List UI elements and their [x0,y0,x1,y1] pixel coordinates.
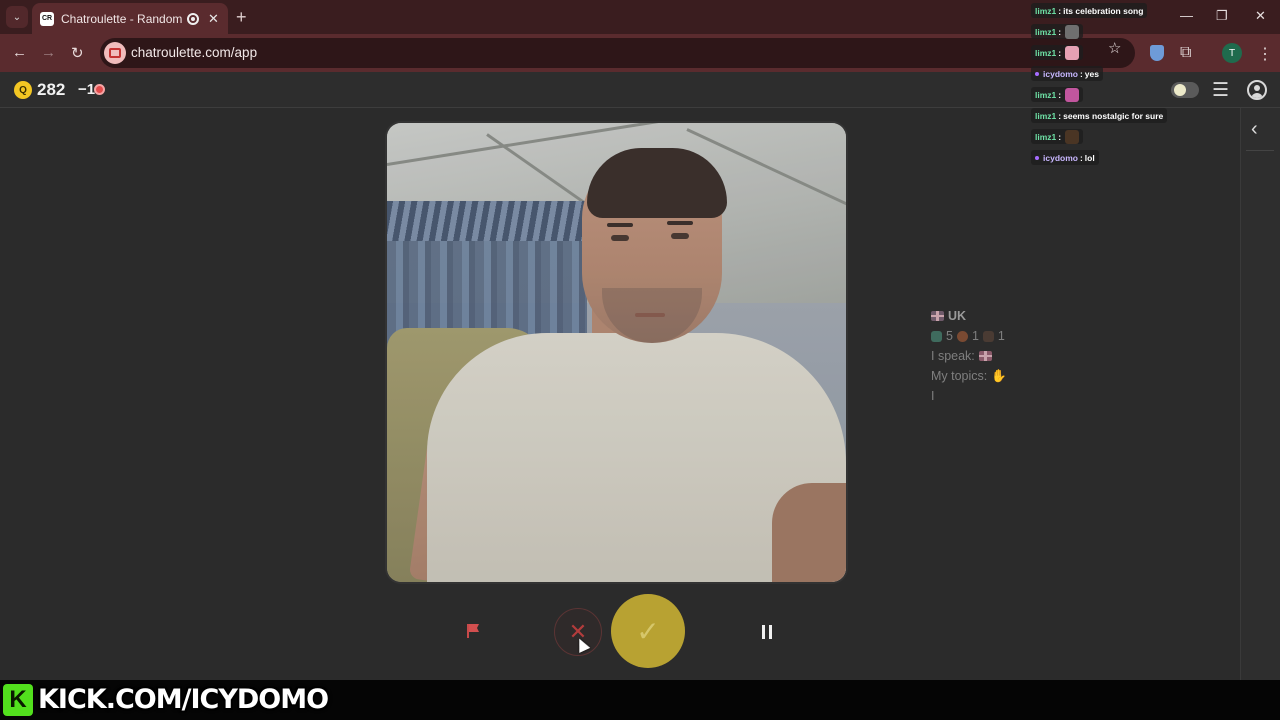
chat-message: limz1: [1031,128,1251,145]
likes-icon [931,330,942,342]
pause-icon[interactable] [761,625,773,639]
uk-flag-icon [931,311,944,321]
moderator-badge-icon [1035,71,1039,76]
chat-bubble: limz1: [1031,129,1084,144]
chat-bubble: icydomo: lol [1031,150,1099,165]
stat-badges: 1 [971,329,979,343]
chat-bubble: limz1: its celebration song [1031,3,1148,18]
chat-emote-icon [1065,87,1080,102]
accept-button[interactable]: ✓ [611,594,685,668]
chat-username: limz1 [1035,131,1057,142]
browser-menu-icon[interactable]: ⋮ [1257,44,1273,64]
chat-message: icydomo: yes [1031,65,1251,82]
back-arrow-icon[interactable]: ← [12,44,27,61]
chat-message: limz1: [1031,44,1251,61]
penalty-badge-icon [94,84,105,95]
chat-emote-icon [1065,24,1080,39]
reload-icon[interactable]: ↻ [71,44,84,62]
partner-extra-text: I [931,389,935,403]
flag-pole [467,624,469,638]
window-close-icon[interactable]: ✕ [1255,8,1266,24]
chat-bubble: limz1: seems nostalgic for sure [1031,108,1168,123]
chat-emote-icon [1065,45,1080,60]
partner-extra-line: I [931,386,1007,406]
recording-indicator-icon [187,12,199,25]
waving-hand-icon: ✋ [991,369,1007,383]
chat-bubble: limz1: [1031,45,1084,60]
chat-text: yes [1084,68,1099,79]
new-tab-icon[interactable]: + [236,7,247,28]
channel-watermark: KICK.COM/ICYDOMO [38,684,329,715]
topics-label: My topics: [931,369,988,383]
chat-message: icydomo: lol [1031,149,1251,166]
chat-message: limz1: its celebration song [1031,2,1251,19]
forward-arrow-icon[interactable]: → [41,44,56,61]
chat-bubble: limz1: [1031,24,1084,39]
chat-username: icydomo [1043,152,1078,163]
coin-balance: 282 [37,80,66,99]
chat-username: limz1 [1035,5,1057,16]
language-flag-icon [978,351,992,361]
browser-tab-chatroulette[interactable]: CR Chatroulette - Random video chat ✕ [32,3,228,34]
partner-country-line: UK [931,306,1007,326]
coin-icon: Q [14,81,32,99]
partner-country: UK [948,309,967,323]
partner-languages-line: I speak: [931,346,1007,366]
chat-bubble: icydomo: yes [1031,66,1103,81]
chatroulette-favicon-icon: CR [40,11,54,26]
speak-label: I speak: [931,349,975,363]
side-panel [1240,108,1280,680]
report-flag-icon[interactable] [464,622,482,640]
kick-logo-icon: K [3,684,33,716]
moderator-badge-icon [1035,155,1039,160]
stream-chat-overlay: limz1: its celebration song limz1: limz1… [1031,2,1251,170]
chat-username: limz1 [1035,89,1057,100]
tab-close-icon[interactable]: ✕ [208,11,219,27]
badge-icon [956,330,968,342]
url-text: chatroulette.com/app [131,45,258,60]
chat-bubble: limz1: [1031,87,1084,102]
stat-likes: 5 [946,329,953,343]
chat-message: limz1: seems nostalgic for sure [1031,107,1251,124]
penalty-count: −1 [78,81,96,98]
chat-text: seems nostalgic for sure [1063,110,1164,121]
address-bar[interactable]: chatroulette.com/app [100,38,1135,68]
partner-topics-line: My topics: ✋ [931,366,1007,386]
chat-username: limz1 [1035,26,1057,37]
video-overlay [387,123,846,582]
chat-message: limz1: [1031,86,1251,103]
chat-emote-icon [1065,129,1080,144]
chat-message: limz1: [1031,23,1251,40]
chat-text: its celebration song [1063,5,1144,16]
site-info-camera-icon[interactable] [104,42,126,64]
chat-username: icydomo [1043,68,1078,79]
partner-info: UK 5 1 1 I speak: My topics: ✋ I [931,306,1007,406]
chat-username: limz1 [1035,47,1057,58]
tab-search-chevron-icon[interactable]: ⌄ [6,6,28,28]
stat-reports: 1 [997,329,1005,343]
flag-cloth [469,624,479,632]
partner-video [387,123,846,582]
tab-title: Chatroulette - Random video chat [61,11,183,26]
chat-text: lol [1084,152,1095,163]
chevron-left-icon[interactable]: ‹ [1251,118,1258,141]
reports-icon [982,330,994,342]
partner-stats-line: 5 1 1 [931,326,1007,346]
chat-username: limz1 [1035,110,1057,121]
